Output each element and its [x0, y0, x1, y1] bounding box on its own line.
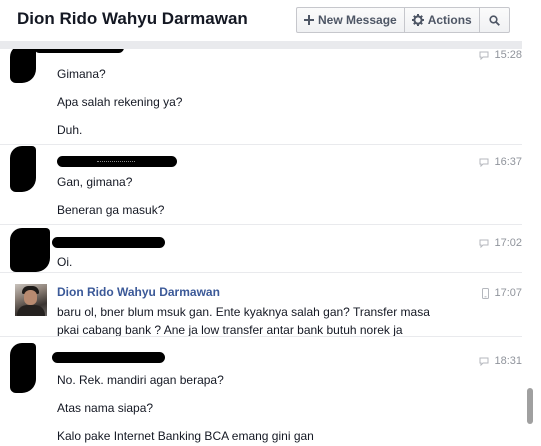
redacted-sender-name — [52, 237, 165, 248]
redacted-sender-name — [57, 156, 177, 167]
new-message-button[interactable]: New Message — [297, 8, 405, 32]
redacted-avatar — [10, 146, 36, 192]
scrollbar-track[interactable] — [522, 38, 541, 446]
actions-label: Actions — [427, 13, 472, 27]
chat-bubble-icon — [479, 239, 489, 248]
sender-name[interactable]: Dion Rido Wahyu Darmawan — [57, 285, 220, 299]
scrollbar-thumb[interactable] — [527, 388, 533, 424]
new-message-label: New Message — [318, 13, 397, 27]
message-text: baru ol, bner blum msuk gan. Ente kyakny… — [57, 305, 430, 319]
message-text: Gan, gimana? — [57, 175, 133, 189]
message-timestamp: 17:02 — [479, 237, 522, 249]
message-timestamp: 18:31 — [479, 355, 522, 367]
search-button[interactable] — [480, 8, 509, 32]
chat-bubble-icon — [479, 158, 489, 167]
message-timestamp: 16:37 — [479, 156, 522, 168]
header-actions: New Message Actions — [296, 7, 510, 33]
message-feed: 15:28 Gimana? Apa salah rekening ya? Duh… — [0, 49, 522, 446]
message-timestamp: 17:07 — [482, 287, 522, 299]
actions-button[interactable]: Actions — [405, 8, 480, 32]
message-group: 17:02 Oi. — [0, 224, 522, 273]
redacted-avatar — [10, 228, 50, 272]
message-text: Oi. — [57, 255, 73, 269]
plus-icon — [304, 15, 314, 25]
message-timestamp: 15:28 — [479, 49, 522, 61]
message-group: Dion Rido Wahyu Darmawan 17:07 baru ol, … — [0, 272, 522, 337]
message-text: Kalo pake Internet Banking BCA emang gin… — [57, 429, 314, 443]
search-icon — [489, 14, 500, 26]
mobile-icon — [482, 287, 490, 299]
message-text: pkai cabang bank ? Ane ja low transfer a… — [57, 323, 403, 337]
message-text: Gimana? — [57, 67, 106, 81]
redacted-avatar — [10, 343, 36, 393]
redacted-sender-name — [34, 49, 124, 53]
message-text: Atas nama siapa? — [57, 401, 154, 415]
sender-avatar[interactable] — [15, 284, 47, 316]
redacted-avatar — [10, 49, 36, 83]
header-divider — [0, 41, 522, 49]
gear-icon — [411, 14, 424, 26]
message-text: Apa salah rekening ya? — [57, 95, 183, 109]
chat-bubble-icon — [479, 51, 489, 60]
message-group: 15:28 Gimana? Apa salah rekening ya? Duh… — [0, 49, 522, 144]
message-group: 18:31 No. Rek. mandiri agan berapa? Atas… — [0, 336, 522, 446]
message-text: Beneran ga masuk? — [57, 203, 165, 217]
conversation-header: Dion Rido Wahyu Darmawan New Message Act… — [0, 0, 541, 38]
conversation-title[interactable]: Dion Rido Wahyu Darmawan — [17, 9, 248, 29]
message-text: No. Rek. mandiri agan berapa? — [57, 373, 224, 387]
redacted-sender-name — [52, 352, 165, 363]
message-group: 16:37 Gan, gimana? Beneran ga masuk? — [0, 144, 522, 225]
chat-bubble-icon — [479, 357, 489, 366]
message-text: Duh. — [57, 123, 83, 137]
